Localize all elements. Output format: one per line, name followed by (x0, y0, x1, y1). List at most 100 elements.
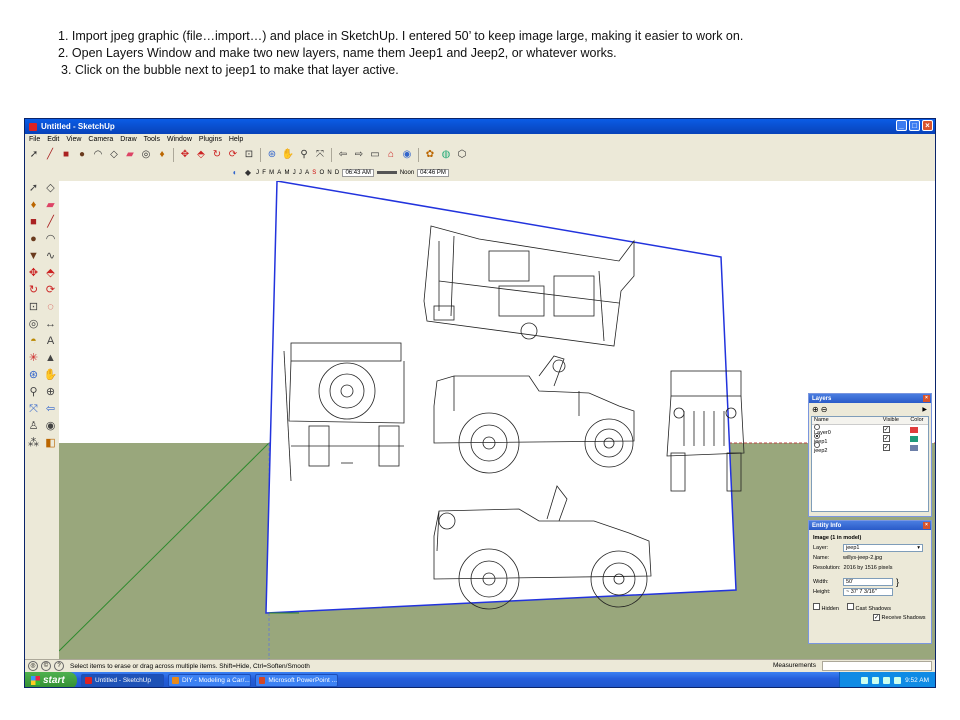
text-icon[interactable]: A (43, 334, 58, 349)
shadow-settings-icon[interactable]: ◐ (230, 168, 240, 178)
paint-bucket-icon[interactable]: ♦ (155, 148, 169, 162)
menu-file[interactable]: File (29, 136, 40, 143)
polygon-icon[interactable]: ▼ (26, 249, 41, 264)
push-pull-icon[interactable]: ⬘ (43, 266, 58, 281)
protractor-icon[interactable]: ◓ (26, 334, 41, 349)
paint-bucket-icon[interactable]: ♦ (26, 198, 41, 213)
circle-icon[interactable]: ● (75, 148, 89, 162)
tray-icon[interactable] (861, 677, 869, 684)
move-icon[interactable]: ✥ (26, 266, 41, 281)
select-icon[interactable]: ➚ (27, 148, 41, 162)
orbit-icon[interactable]: ⊛ (26, 368, 41, 383)
minimize-button[interactable]: _ (896, 120, 907, 131)
tape-measure-icon[interactable]: ◎ (26, 317, 41, 332)
move-icon[interactable]: ✥ (178, 148, 192, 162)
title-bar[interactable]: Untitled - SketchUp _ □ × (25, 119, 935, 134)
follow-me-icon[interactable]: ⟳ (226, 148, 240, 162)
zoom-window-icon[interactable]: ⊕ (43, 385, 58, 400)
menu-camera[interactable]: Camera (88, 136, 113, 143)
measurements-input[interactable] (822, 661, 932, 671)
hidden-checkbox[interactable] (813, 603, 820, 610)
menu-plugins[interactable]: Plugins (199, 136, 222, 143)
credits-icon[interactable]: © (41, 661, 51, 671)
close-icon[interactable]: × (923, 522, 930, 529)
active-layer-radio[interactable] (814, 423, 820, 430)
scale-icon[interactable]: ⊡ (242, 148, 256, 162)
header-visible[interactable]: Visible (883, 417, 911, 424)
tray-icon[interactable] (894, 677, 902, 684)
taskbar-item-sketchup[interactable]: Untitled - SketchUp (81, 674, 164, 687)
taskbar-item-powerpoint[interactable]: Microsoft PowerPoint ... (255, 674, 338, 687)
imported-jeep-image[interactable] (265, 181, 737, 614)
freehand-icon[interactable]: ∿ (43, 249, 58, 264)
zoom-icon[interactable]: ⚲ (297, 148, 311, 162)
layer-color-swatch[interactable] (910, 426, 919, 433)
get-models-icon[interactable]: ✿ (423, 148, 437, 162)
select-icon[interactable]: ➚ (26, 181, 41, 196)
menu-tools[interactable]: Tools (144, 136, 160, 143)
menu-draw[interactable]: Draw (120, 136, 136, 143)
line-icon[interactable]: ╱ (43, 215, 58, 230)
layers-details-icon[interactable]: ▶ (922, 406, 927, 413)
position-camera-icon[interactable]: ♙ (26, 419, 41, 434)
layer-color-swatch[interactable] (910, 435, 919, 442)
zoom-extents-icon[interactable]: ⤧ (313, 148, 327, 162)
next-view-icon[interactable]: ⇨ (352, 148, 366, 162)
geo-location-icon[interactable]: ◎ (28, 661, 38, 671)
3d-text-icon[interactable]: ▲ (43, 351, 58, 366)
rectangle-icon[interactable]: ■ (26, 215, 41, 230)
header-color[interactable]: Color (910, 417, 928, 424)
eraser-icon[interactable]: ▰ (123, 148, 137, 162)
layer-color-swatch[interactable] (910, 444, 919, 451)
3d-warehouse-icon[interactable]: ⌂ (384, 148, 398, 162)
share-model-icon[interactable]: ◉ (400, 148, 414, 162)
zoom-icon[interactable]: ⚲ (26, 385, 41, 400)
make-component-icon[interactable]: ◇ (107, 148, 121, 162)
display-shadows-icon[interactable]: ◆ (243, 168, 253, 178)
walk-icon[interactable]: ⁂ (26, 436, 41, 451)
layer-dropdown[interactable]: jeep1 ▾ (843, 544, 923, 552)
help-icon[interactable]: ? (54, 661, 64, 671)
delete-layer-icon[interactable]: ⊖ (821, 405, 828, 414)
layers-title-bar[interactable]: Layers × (809, 394, 931, 403)
tape-measure-icon[interactable]: ◎ (139, 148, 153, 162)
axes-icon[interactable]: ✳ (26, 351, 41, 366)
scale-icon[interactable]: ⊡ (26, 300, 41, 315)
follow-me-icon[interactable]: ⟳ (43, 283, 58, 298)
drawing-area[interactable] (59, 181, 935, 659)
maximize-button[interactable]: □ (909, 120, 920, 131)
arc-icon[interactable]: ◠ (43, 232, 58, 247)
menu-view[interactable]: View (66, 136, 81, 143)
section-plane-icon[interactable]: ◧ (43, 436, 58, 451)
active-layer-radio-selected[interactable] (814, 432, 820, 439)
active-layer-radio[interactable] (814, 441, 820, 448)
link-dimensions-icon[interactable]: } (896, 577, 899, 587)
push-pull-icon[interactable]: ⬘ (194, 148, 208, 162)
previous-view-icon[interactable]: ⇦ (336, 148, 350, 162)
start-button[interactable]: start (25, 672, 77, 687)
arc-icon[interactable]: ◠ (91, 148, 105, 162)
tray-icon[interactable] (872, 677, 880, 684)
height-input[interactable]: ~ 37' 7 3/16" (843, 588, 893, 596)
menu-edit[interactable]: Edit (47, 136, 59, 143)
orbit-icon[interactable]: ⊛ (265, 148, 279, 162)
line-icon[interactable]: ╱ (43, 148, 57, 162)
top-view-icon[interactable]: ▭ (368, 148, 382, 162)
add-layer-icon[interactable]: ⊕ (812, 405, 819, 414)
pan-icon[interactable]: ✋ (281, 148, 295, 162)
close-button[interactable]: × (922, 120, 933, 131)
circle-icon[interactable]: ● (26, 232, 41, 247)
month-slider[interactable]: J F M A M J J A S O N D (256, 170, 339, 176)
layer-row-jeep2[interactable]: jeep2 ✓ (812, 441, 928, 454)
offset-icon[interactable]: ◌ (43, 300, 58, 315)
look-around-icon[interactable]: ◉ (43, 419, 58, 434)
components-icon[interactable]: ⬡ (455, 148, 469, 162)
menu-help[interactable]: Help (229, 136, 243, 143)
zoom-extents-icon[interactable]: ⤧ (26, 402, 41, 417)
google-earth-icon[interactable]: ◍ (439, 148, 453, 162)
close-icon[interactable]: × (923, 395, 930, 402)
tray-icon[interactable] (883, 677, 891, 684)
receive-shadows-checkbox[interactable]: ✓ (873, 614, 880, 621)
pan-icon[interactable]: ✋ (43, 368, 58, 383)
cast-shadows-checkbox[interactable] (846, 603, 854, 610)
